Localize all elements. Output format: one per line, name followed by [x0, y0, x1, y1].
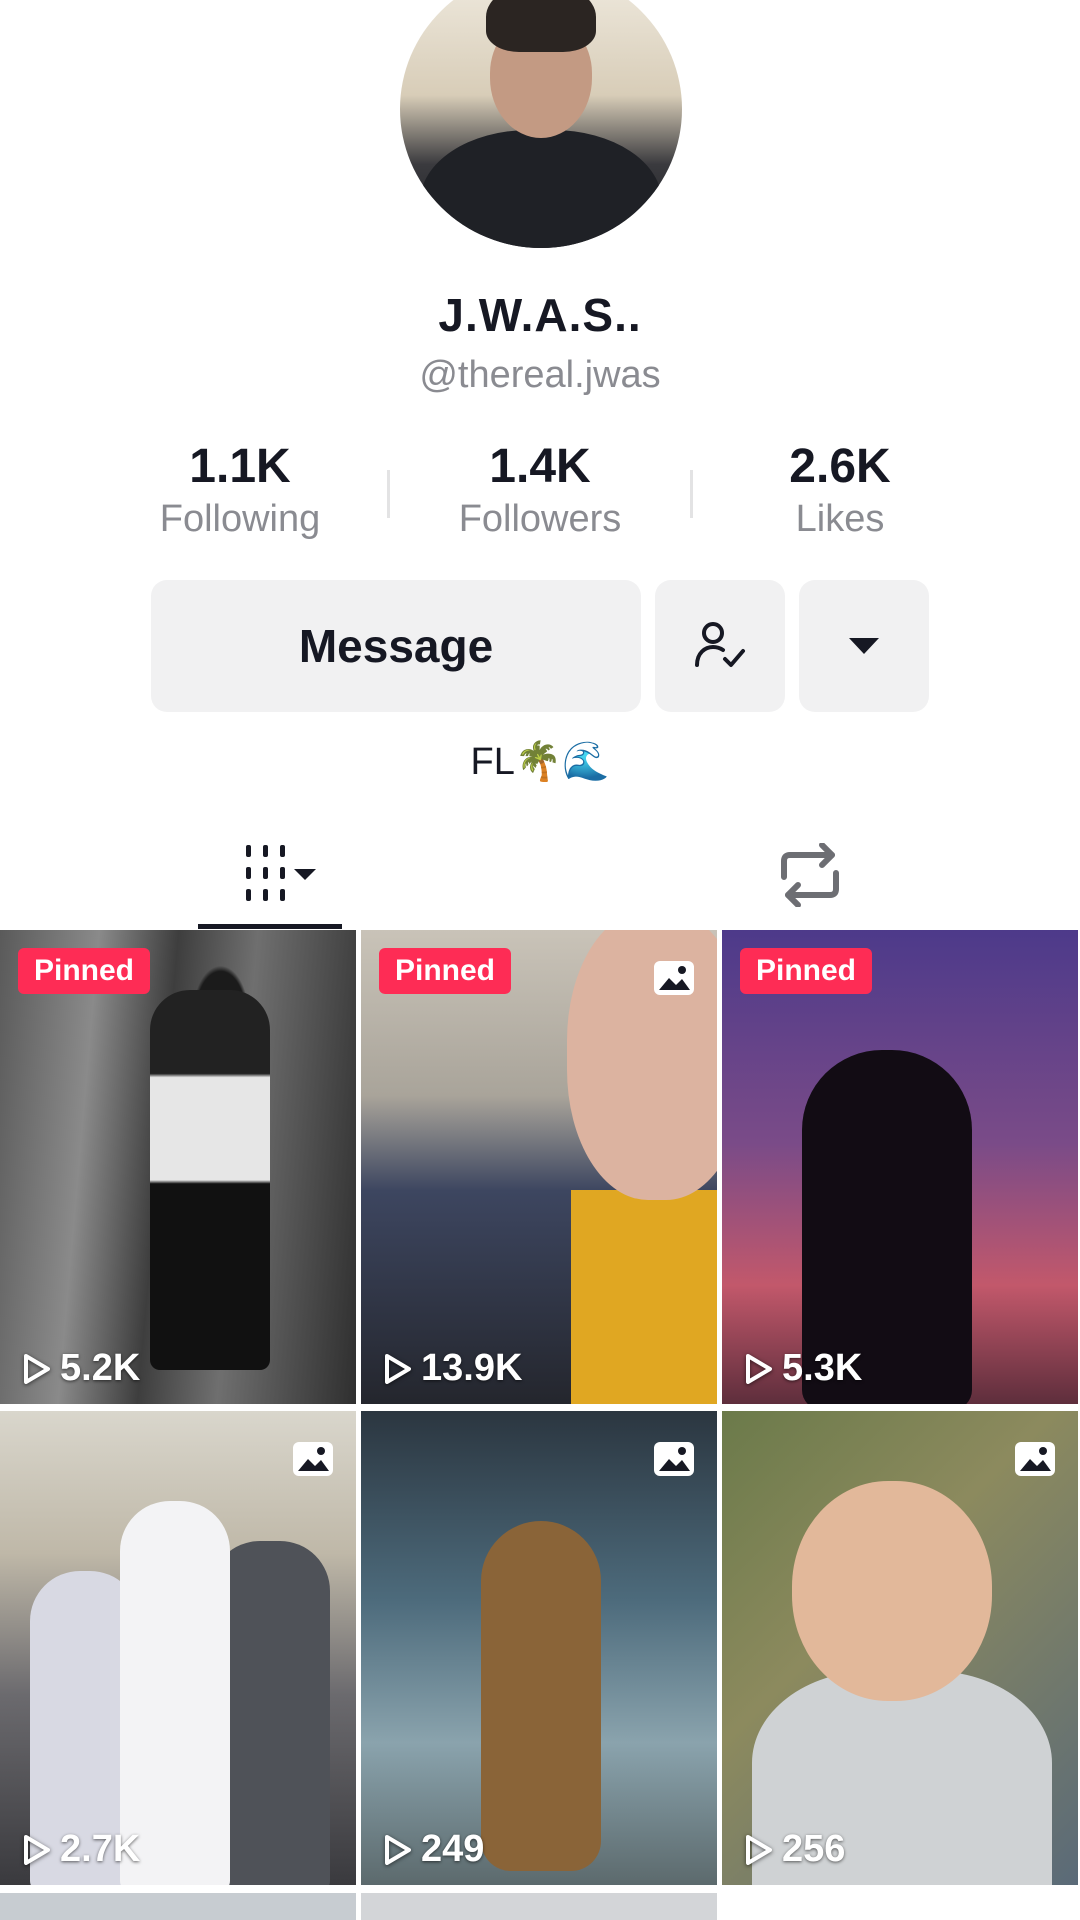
photo-post-icon: [654, 1442, 694, 1476]
view-count-value: 2.7K: [60, 1828, 141, 1870]
view-count: 2.7K: [22, 1828, 140, 1871]
following-label: Following: [159, 498, 321, 540]
view-count: 249: [383, 1828, 484, 1871]
username-handle: @thereal.jwas: [419, 354, 661, 396]
likes-label: Likes: [795, 498, 885, 540]
thumbnail-figure: [571, 1190, 717, 1404]
view-count: 5.2K: [22, 1347, 140, 1390]
pinned-badge: Pinned: [379, 948, 512, 994]
pinned-badge: Pinned: [740, 948, 873, 994]
photo-post-icon: [654, 961, 694, 995]
following-status-button[interactable]: [655, 580, 785, 712]
play-icon: [24, 1353, 50, 1384]
video-tile[interactable]: 249: [361, 1411, 717, 1885]
user-check-icon: [695, 622, 745, 667]
thumbnail-figure: [150, 990, 270, 1370]
stat-following[interactable]: 1.1K Following: [120, 440, 360, 544]
view-count-value: 249: [421, 1828, 485, 1870]
avatar-jacket: [420, 130, 662, 248]
display-name: J.W.A.S..: [438, 289, 642, 341]
repost-icon: [781, 843, 839, 907]
video-tile[interactable]: Pinned 5.2K: [0, 930, 356, 1404]
view-count-value: 5.2K: [60, 1347, 141, 1389]
play-icon: [746, 1834, 772, 1865]
photo-post-icon: [293, 1442, 333, 1476]
profile-bio: FL🌴🌊: [470, 741, 610, 783]
thumbnail-figure: [792, 1481, 992, 1701]
video-tile[interactable]: 2.7K: [0, 1411, 356, 1885]
play-icon: [746, 1353, 772, 1384]
thumbnail-figure: [481, 1521, 601, 1871]
tab-videos[interactable]: [198, 820, 342, 930]
videos-grid-icon: [246, 845, 316, 901]
video-tile[interactable]: [0, 1893, 356, 1920]
photo-post-icon: [1015, 1442, 1055, 1476]
stat-divider: [387, 470, 390, 518]
view-count-value: 256: [782, 1828, 846, 1870]
profile-stats: 1.1K Following 1.4K Followers 2.6K Likes: [0, 440, 1080, 550]
view-count: 13.9K: [383, 1347, 522, 1390]
caret-down-icon: [849, 638, 879, 654]
view-count-value: 5.3K: [782, 1347, 863, 1389]
followers-count: 1.4K: [489, 440, 591, 493]
play-icon: [385, 1353, 411, 1384]
active-tab-indicator: [198, 924, 342, 929]
message-button[interactable]: Message: [151, 580, 641, 712]
video-tile[interactable]: Pinned 5.3K: [722, 930, 1078, 1404]
more-options-button[interactable]: [799, 580, 929, 712]
stat-followers[interactable]: 1.4K Followers: [420, 440, 660, 544]
pinned-badge: Pinned: [18, 948, 151, 994]
stat-divider: [690, 470, 693, 518]
avatar-hair: [486, 0, 596, 52]
profile-avatar[interactable]: [400, 0, 682, 248]
tab-reposts[interactable]: [760, 820, 860, 930]
followers-label: Followers: [458, 498, 622, 540]
play-icon: [385, 1834, 411, 1865]
following-count: 1.1K: [189, 440, 291, 493]
view-count: 5.3K: [744, 1347, 862, 1390]
stat-likes[interactable]: 2.6K Likes: [720, 440, 960, 544]
video-tile[interactable]: 256: [722, 1411, 1078, 1885]
view-count: 256: [744, 1828, 845, 1871]
video-tile[interactable]: [361, 1893, 717, 1920]
message-button-label: Message: [298, 620, 494, 672]
view-count-value: 13.9K: [421, 1347, 523, 1389]
play-icon: [24, 1834, 50, 1865]
profile-tabs: [0, 820, 1080, 930]
video-tile[interactable]: Pinned 13.9K: [361, 930, 717, 1404]
likes-count: 2.6K: [789, 440, 891, 493]
